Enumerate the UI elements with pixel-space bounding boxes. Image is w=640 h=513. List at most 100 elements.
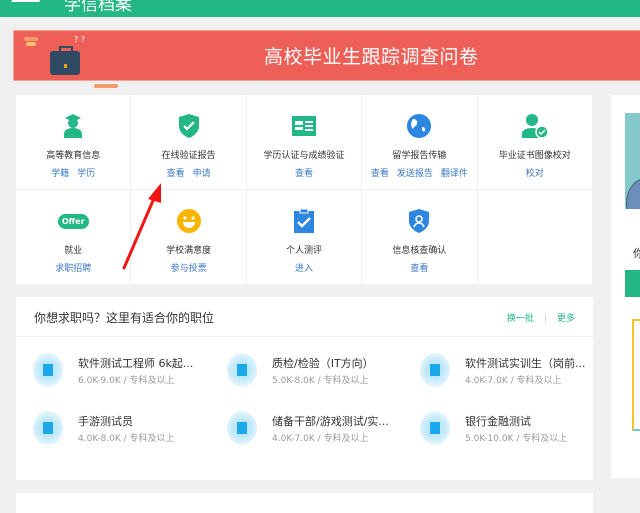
job-item[interactable]: 软件测试实训生（岗前... 4.0K-7.0K / 专科及以上 bbox=[420, 353, 590, 393]
offer-icon: Offer bbox=[57, 208, 89, 234]
job-meta: 4.0K-7.0K / 专科及以上 bbox=[465, 373, 562, 386]
link-view[interactable]: 查看 bbox=[371, 169, 389, 179]
job-item[interactable]: 手游测试员 4.0K-8.0K / 专科及以上 bbox=[33, 411, 203, 451]
job-title[interactable]: 质检/检验（IT方向） bbox=[272, 355, 374, 371]
service-name: 毕业证书图像校对 bbox=[498, 151, 571, 161]
service-name: 留学报告传输 bbox=[392, 151, 447, 161]
bottom-panel bbox=[16, 493, 593, 513]
job-salary: 4.0K-7.0K bbox=[465, 376, 508, 386]
service-name: 就业 bbox=[64, 246, 83, 256]
side-text: 你 bbox=[633, 247, 640, 260]
link-enter[interactable]: 进入 bbox=[295, 264, 313, 274]
job-meta: 5.0K-10.0K / 专科及以上 bbox=[465, 431, 567, 444]
logo-icon[interactable] bbox=[11, 0, 45, 2]
job-education: 专科及以上 bbox=[516, 376, 562, 386]
link-vote[interactable]: 参与投票 bbox=[171, 264, 207, 274]
divider: | bbox=[543, 314, 547, 324]
link-job-search[interactable]: 求职招聘 bbox=[55, 264, 91, 274]
job-meta: 5.0K-8.0K / 专科及以上 bbox=[272, 373, 369, 386]
question-mark-decoration: ? ? bbox=[74, 35, 86, 44]
cloud-decoration bbox=[94, 84, 118, 88]
separator: / bbox=[317, 434, 321, 444]
job-title[interactable]: 手游测试员 bbox=[78, 413, 133, 429]
job-item[interactable]: 银行金融测试 5.0K-10.0K / 专科及以上 bbox=[420, 411, 590, 451]
job-title[interactable]: 银行金融测试 bbox=[465, 413, 531, 429]
building-icon bbox=[420, 411, 450, 445]
refresh-link[interactable]: 换一批 bbox=[507, 314, 534, 324]
job-title[interactable]: 储备干部/游戏测试/实... bbox=[272, 413, 389, 429]
service-personal-assessment[interactable]: 个人测评 进入 bbox=[246, 190, 363, 285]
cloud-decoration bbox=[24, 37, 38, 41]
job-item[interactable]: 储备干部/游戏测试/实... 4.0K-7.0K / 专科及以上 bbox=[227, 411, 397, 451]
job-salary: 4.0K-8.0K bbox=[78, 434, 121, 444]
clipboard-check-icon bbox=[291, 208, 317, 234]
building-icon bbox=[33, 411, 63, 445]
service-certification[interactable]: 学历认证与成绩验证 查看 bbox=[246, 95, 363, 190]
link-translation[interactable]: 翻译件 bbox=[441, 169, 468, 179]
service-name: 高等教育信息 bbox=[46, 151, 101, 161]
job-salary: 5.0K-8.0K bbox=[272, 376, 315, 386]
globe-icon bbox=[406, 113, 432, 139]
job-title[interactable]: 软件测试实训生（岗前... bbox=[465, 355, 586, 371]
job-meta: 4.0K-8.0K / 专科及以上 bbox=[78, 431, 175, 444]
job-education: 专科及以上 bbox=[323, 434, 369, 444]
job-education: 专科及以上 bbox=[323, 376, 369, 386]
smiley-icon bbox=[176, 208, 202, 234]
link-degree[interactable]: 学历 bbox=[77, 169, 95, 179]
service-certificate-proofread[interactable]: 毕业证书图像校对 校对 bbox=[477, 95, 593, 190]
link-send-report[interactable]: 发送报告 bbox=[397, 169, 433, 179]
offer-badge: Offer bbox=[57, 213, 89, 229]
separator: / bbox=[123, 434, 127, 444]
service-satisfaction[interactable]: 学校满意度 参与投票 bbox=[131, 190, 247, 285]
separator: / bbox=[123, 376, 127, 386]
service-name: 在线验证报告 bbox=[161, 151, 216, 161]
jobs-title: 你想求职吗？这里有适合你的职位 bbox=[34, 311, 215, 325]
link-view[interactable]: 查看 bbox=[295, 169, 313, 179]
link-apply[interactable]: 申请 bbox=[193, 169, 211, 179]
job-item[interactable]: 质检/检验（IT方向） 5.0K-8.0K / 专科及以上 bbox=[227, 353, 397, 393]
empty-cell bbox=[477, 190, 593, 285]
link-proofread[interactable]: 校对 bbox=[526, 169, 544, 179]
job-education: 专科及以上 bbox=[129, 434, 175, 444]
building-icon bbox=[227, 353, 257, 387]
more-link[interactable]: 更多 bbox=[557, 314, 575, 324]
service-overseas-report[interactable]: 留学报告传输 查看 发送报告 翻译件 bbox=[362, 95, 478, 190]
side-panel: 你 bbox=[611, 95, 640, 478]
link-status[interactable]: 学籍 bbox=[51, 169, 69, 179]
building-icon bbox=[33, 353, 63, 387]
service-name: 学校满意度 bbox=[166, 246, 212, 256]
service-info-verify[interactable]: 信息核查确认 查看 bbox=[362, 190, 478, 285]
services-grid: 高等教育信息 学籍 学历 在线验证报告 查看 申请 学历认证与成绩验证 查看 留学报… bbox=[16, 95, 593, 285]
shield-check-icon bbox=[176, 113, 202, 139]
side-button[interactable] bbox=[625, 270, 640, 297]
briefcase-icon bbox=[50, 46, 80, 75]
separator: / bbox=[516, 434, 520, 444]
service-name: 信息核查确认 bbox=[392, 246, 447, 256]
banner-title: 高校毕业生跟踪调查问卷 bbox=[264, 46, 479, 68]
service-employment[interactable]: Offer 就业 求职招聘 bbox=[16, 190, 132, 285]
side-illustration bbox=[632, 319, 640, 431]
jobs-panel: 你想求职吗？这里有适合你的职位 换一批 | 更多 软件测试工程师 6k起... 6.0… bbox=[16, 297, 593, 480]
service-higher-education[interactable]: 高等教育信息 学籍 学历 bbox=[16, 95, 132, 190]
link-view[interactable]: 查看 bbox=[167, 169, 185, 179]
service-name: 学历认证与成绩验证 bbox=[263, 151, 345, 161]
service-online-report[interactable]: 在线验证报告 查看 申请 bbox=[131, 95, 247, 190]
job-salary: 4.0K-7.0K bbox=[272, 434, 315, 444]
link-view[interactable]: 查看 bbox=[410, 264, 428, 274]
job-education: 专科及以上 bbox=[129, 376, 175, 386]
id-card-icon bbox=[291, 113, 317, 139]
job-education: 专科及以上 bbox=[522, 434, 568, 444]
top-header: 学信档案 bbox=[0, 0, 640, 17]
separator: / bbox=[317, 376, 321, 386]
job-title[interactable]: 软件测试工程师 6k起... bbox=[78, 355, 193, 371]
job-salary: 5.0K-10.0K bbox=[465, 434, 514, 444]
building-icon bbox=[420, 353, 450, 387]
side-image[interactable] bbox=[625, 113, 640, 209]
job-item[interactable]: 软件测试工程师 6k起... 6.0K-9.0K / 专科及以上 bbox=[33, 353, 203, 393]
site-title[interactable]: 学信档案 bbox=[64, 0, 132, 15]
separator: / bbox=[510, 376, 514, 386]
survey-banner[interactable]: ? ? 高校毕业生跟踪调查问卷 bbox=[13, 30, 640, 88]
job-meta: 6.0K-9.0K / 专科及以上 bbox=[78, 373, 175, 386]
building-icon bbox=[227, 411, 257, 445]
job-meta: 4.0K-7.0K / 专科及以上 bbox=[272, 431, 369, 444]
